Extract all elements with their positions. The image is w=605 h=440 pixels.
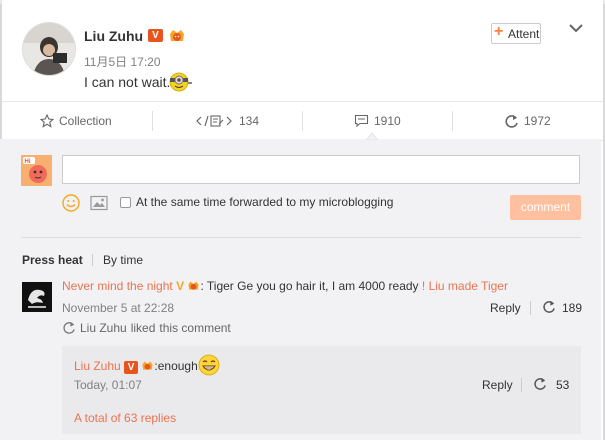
reply-author[interactable]: Liu Zuhu xyxy=(74,359,121,373)
comment-count: 1910 xyxy=(374,114,401,128)
comment-bubble-icon xyxy=(354,114,369,128)
dragon-logo-icon xyxy=(22,282,52,312)
forward-label: At the same time forwarded to my microbl… xyxy=(136,195,394,209)
liked-by-name[interactable]: Liu Zuhu xyxy=(80,321,127,335)
action-bar: Collection 134 1910 1972 xyxy=(2,101,603,141)
repost-icon[interactable] xyxy=(542,300,556,314)
comment-author[interactable]: Never mind the night xyxy=(62,279,173,293)
minion-emoji-icon xyxy=(169,72,192,92)
comment-submit-button[interactable]: comment xyxy=(510,195,581,220)
avatar-photo xyxy=(23,23,75,75)
reply-reply-button[interactable]: Reply xyxy=(482,378,513,392)
follow-button[interactable]: + Attention xyxy=(491,23,541,44)
action-divider xyxy=(152,111,153,131)
chevron-down-icon[interactable] xyxy=(567,21,585,35)
member-crown-icon xyxy=(188,281,199,290)
repost-icon[interactable] xyxy=(533,377,547,391)
comment-line: Never mind the night V : Tiger Ge you go… xyxy=(62,279,508,293)
image-icon[interactable] xyxy=(90,195,108,211)
action-divider xyxy=(452,111,453,131)
reply-line: Liu Zuhu V :enough xyxy=(74,354,220,376)
comment-input[interactable] xyxy=(62,155,580,184)
sort-hot-tab[interactable]: Press heat xyxy=(22,253,83,267)
comment-reply-button[interactable]: Reply xyxy=(490,301,521,315)
repost-button[interactable]: 1972 xyxy=(504,102,551,140)
liked-text: liked xyxy=(130,321,156,335)
reply-repost-count: 53 xyxy=(556,378,570,392)
my-avatar: Hi xyxy=(21,155,52,186)
emoji-smile-icon[interactable] xyxy=(62,194,80,212)
verified-badge: V xyxy=(148,29,163,42)
reply-divider xyxy=(530,301,531,315)
member-crown-icon xyxy=(142,361,153,370)
share-edit-icon xyxy=(196,115,232,127)
reply-time: Today, 01:07 xyxy=(74,378,142,392)
reply-divider xyxy=(521,378,522,392)
post-text: I can not wait. xyxy=(84,74,171,90)
collection-label: Collection xyxy=(59,114,112,128)
repost-icon xyxy=(505,114,518,128)
forward-checkbox[interactable] xyxy=(120,197,131,208)
total-replies-link[interactable]: A total of 63 replies xyxy=(74,411,176,425)
cartoon-avatar-icon: Hi xyxy=(21,155,52,186)
author-avatar[interactable] xyxy=(22,22,76,76)
comment-text: : Tiger Ge you go hair it, I am 4000 rea… xyxy=(200,279,419,293)
follow-label: Attention xyxy=(508,27,540,41)
member-crown-icon xyxy=(170,30,184,41)
repost-count: 1972 xyxy=(524,114,551,128)
verified-badge: V xyxy=(124,361,139,374)
share-button[interactable]: 134 xyxy=(196,102,259,140)
laughing-emoji-icon xyxy=(198,354,220,376)
sort-divider xyxy=(92,254,93,266)
plus-icon: + xyxy=(494,23,504,40)
commenter-avatar[interactable] xyxy=(22,282,52,312)
share-count: 134 xyxy=(239,114,260,128)
verified-badge: V xyxy=(176,279,185,293)
comment-mention-link[interactable]: ! Liu made Tiger xyxy=(422,279,508,293)
author-name[interactable]: Liu Zuhu xyxy=(84,28,143,44)
section-divider xyxy=(21,237,581,238)
action-divider xyxy=(302,111,303,131)
comment-repost-count: 189 xyxy=(562,301,583,315)
post-time[interactable]: 11月5日 17:20 xyxy=(84,53,161,70)
comment-time: November 5 at 22:28 xyxy=(62,301,175,315)
repost-icon xyxy=(63,321,75,334)
reply-text: :enough xyxy=(154,359,198,373)
liked-suffix: this comment xyxy=(159,321,231,335)
avatar-hi-text: Hi xyxy=(25,159,31,165)
active-tab-caret-icon xyxy=(366,132,378,140)
collection-button[interactable]: Collection xyxy=(40,102,112,140)
star-icon xyxy=(40,114,54,128)
liked-notice: Liu Zuhu liked this comment xyxy=(62,321,231,335)
sort-time-tab[interactable]: By time xyxy=(103,253,143,267)
